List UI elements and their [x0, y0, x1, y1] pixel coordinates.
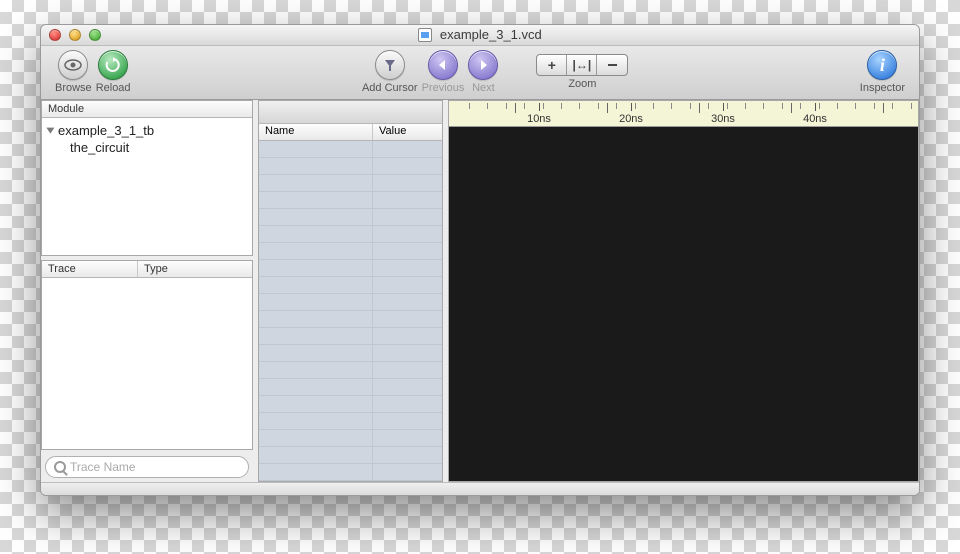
search-field[interactable]	[45, 456, 249, 478]
value-column-header[interactable]: Value	[373, 124, 442, 140]
next-button[interactable]	[468, 50, 498, 80]
trace-header-row: Trace Type	[42, 261, 252, 278]
signal-toolbar-strip	[258, 100, 443, 124]
previous-item: Previous	[422, 50, 465, 94]
addcursor-item: Add Cursor	[362, 50, 418, 94]
ruler-tick-label: 20ns	[619, 113, 643, 125]
tree-child-label: the_circuit	[70, 140, 129, 155]
table-row	[259, 311, 442, 328]
next-item: Next	[468, 50, 498, 94]
eye-icon	[64, 59, 82, 71]
info-icon: i	[880, 55, 885, 76]
reload-item: Reload	[96, 50, 131, 94]
table-row	[259, 294, 442, 311]
zoom-in-button[interactable]: +	[537, 55, 567, 75]
table-row	[259, 362, 442, 379]
addcursor-button[interactable]	[375, 50, 405, 80]
previous-button[interactable]	[428, 50, 458, 80]
nv-rows	[259, 141, 442, 481]
table-row	[259, 192, 442, 209]
ruler-tick-label: 30ns	[711, 113, 735, 125]
browse-button[interactable]	[58, 50, 88, 80]
ruler-tick-label: 40ns	[803, 113, 827, 125]
search-wrap	[41, 450, 253, 482]
previous-label: Previous	[422, 82, 465, 94]
document-icon	[418, 28, 432, 42]
tree-row-root[interactable]: example_3_1_tb	[48, 122, 246, 139]
tree-root-label: example_3_1_tb	[58, 123, 154, 138]
table-row	[259, 209, 442, 226]
inspector-item: i Inspector	[860, 50, 905, 94]
next-label: Next	[472, 82, 495, 94]
trace-search-input[interactable]	[70, 460, 240, 474]
trace-header[interactable]: Trace	[42, 261, 138, 277]
name-value-table: Name Value	[258, 124, 443, 482]
table-row	[259, 226, 442, 243]
titlebar: example_3_1.vcd	[41, 25, 919, 46]
zoom-out-button[interactable]: −	[597, 55, 627, 75]
module-header-row: Module	[42, 101, 252, 118]
app-window: example_3_1.vcd Browse Reload Add Cursor	[40, 24, 920, 496]
time-ruler[interactable]: 10ns 20ns 30ns 40ns	[448, 100, 919, 127]
table-row	[259, 260, 442, 277]
status-bar	[41, 482, 919, 495]
module-panel: Module example_3_1_tb the_circuit	[41, 100, 253, 256]
disclosure-triangle-icon[interactable]	[46, 128, 54, 134]
left-column: Module example_3_1_tb the_circuit Trace …	[41, 100, 258, 482]
window-title: example_3_1.vcd	[41, 27, 919, 42]
module-header[interactable]: Module	[42, 101, 252, 117]
table-row	[259, 447, 442, 464]
addcursor-label: Add Cursor	[362, 82, 418, 94]
trace-panel: Trace Type	[41, 260, 253, 450]
type-header[interactable]: Type	[138, 261, 252, 277]
traffic-lights	[49, 29, 101, 41]
content-area: Module example_3_1_tb the_circuit Trace …	[41, 100, 919, 482]
table-row	[259, 464, 442, 481]
waveform-column: 10ns 20ns 30ns 40ns	[448, 100, 919, 482]
table-row	[259, 243, 442, 260]
zoom-fit-button[interactable]: |↔|	[567, 55, 597, 75]
table-row	[259, 413, 442, 430]
table-row	[259, 430, 442, 447]
table-row	[259, 175, 442, 192]
zoom-label: Zoom	[568, 78, 596, 90]
table-row	[259, 158, 442, 175]
table-row	[259, 277, 442, 294]
table-row	[259, 396, 442, 413]
toolbar: Browse Reload Add Cursor Previous Nex	[41, 46, 919, 100]
search-icon	[54, 461, 66, 473]
inspector-label: Inspector	[860, 82, 905, 94]
table-row	[259, 379, 442, 396]
browse-label: Browse	[55, 82, 92, 94]
arrow-right-icon	[476, 58, 490, 72]
minimize-window-button[interactable]	[69, 29, 81, 41]
zoom-window-button[interactable]	[89, 29, 101, 41]
reload-label: Reload	[96, 82, 131, 94]
close-window-button[interactable]	[49, 29, 61, 41]
table-row	[259, 141, 442, 158]
nv-header-row: Name Value	[259, 124, 442, 141]
waveform-area[interactable]	[448, 127, 919, 482]
reload-button[interactable]	[98, 50, 128, 80]
name-value-column: Name Value	[258, 100, 448, 482]
ruler-tick-label: 10ns	[527, 113, 551, 125]
reload-icon	[105, 57, 121, 73]
browse-item: Browse	[55, 50, 92, 94]
window-title-text: example_3_1.vcd	[440, 27, 542, 42]
table-row	[259, 345, 442, 362]
tree-row-child[interactable]: the_circuit	[48, 139, 246, 156]
table-row	[259, 328, 442, 345]
inspector-button[interactable]: i	[867, 50, 897, 80]
zoom-item: + |↔| − Zoom	[536, 54, 628, 90]
arrow-left-icon	[436, 58, 450, 72]
zoom-segmented-control: + |↔| −	[536, 54, 628, 76]
cursor-down-icon	[382, 57, 398, 73]
name-column-header[interactable]: Name	[259, 124, 373, 140]
module-tree: example_3_1_tb the_circuit	[42, 118, 252, 160]
